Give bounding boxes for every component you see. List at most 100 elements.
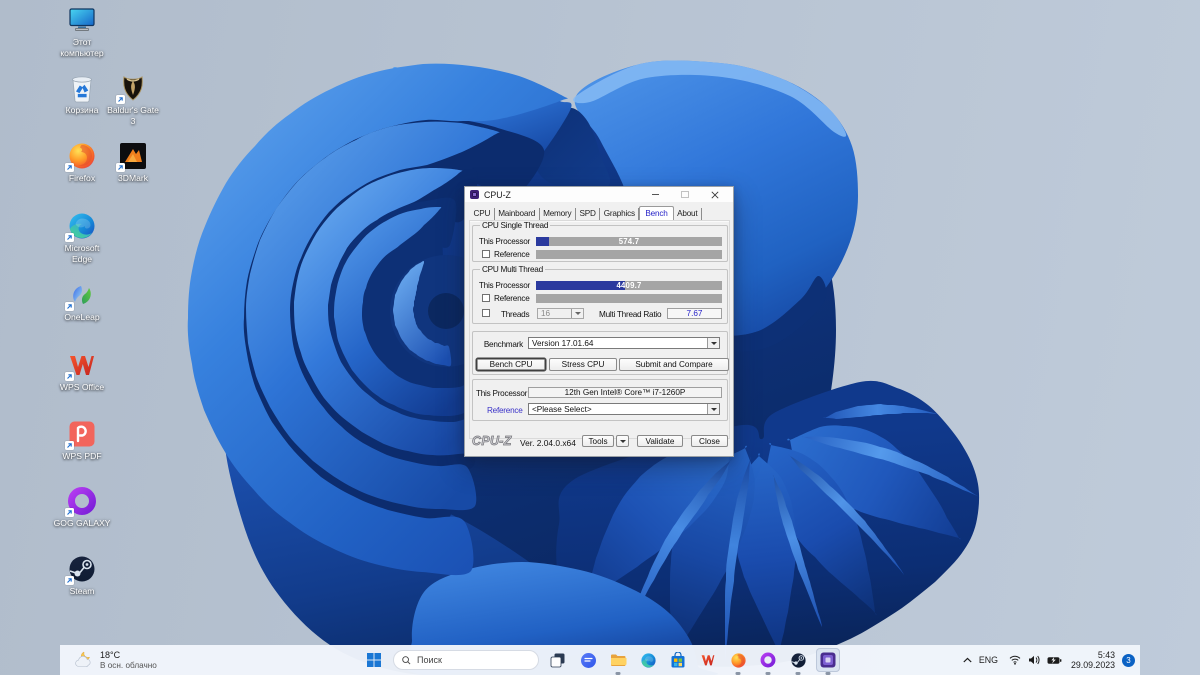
combo-value: 16 xyxy=(541,309,551,318)
shortcut-arrow-icon xyxy=(64,232,74,242)
taskbar: 18°C В осн. облачно Поиск ENG 5:43 29.09… xyxy=(60,645,1140,675)
search-box[interactable]: Поиск xyxy=(393,650,539,670)
shortcut-arrow-icon xyxy=(64,162,74,172)
desktop-icon-gog-galaxy[interactable]: GOG GALAXY xyxy=(49,485,115,529)
desktop-icon-label: Firefox xyxy=(68,173,96,183)
desktop-icon-label: WPS PDF xyxy=(62,451,102,461)
single-reference-checkbox[interactable] xyxy=(482,250,490,258)
running-indicator xyxy=(735,672,741,675)
tab-memory[interactable]: Memory xyxy=(540,208,576,220)
validate-button[interactable]: Validate xyxy=(637,435,683,447)
taskbar-app-firefox[interactable] xyxy=(726,648,750,675)
multi-this-processor-label: This Processor xyxy=(478,281,530,290)
tab-cpu[interactable]: CPU xyxy=(470,208,495,220)
desktop-icon-label: OneLeap xyxy=(64,312,100,322)
desktop-icon-3dmark[interactable]: 3DMark xyxy=(106,140,160,184)
desktop-icon-wps-office[interactable]: WPS Office xyxy=(52,349,112,393)
desktop-icon-microsoft-edge[interactable]: Microsoft Edge xyxy=(55,210,109,264)
taskbar-app-steam[interactable] xyxy=(786,648,810,675)
stress-cpu-button[interactable]: Stress CPU xyxy=(549,358,617,371)
microsoft-store-icon xyxy=(671,651,685,667)
combo-value: <Please Select> xyxy=(532,404,592,414)
clock[interactable]: 5:43 29.09.2023 xyxy=(1069,650,1115,671)
taskbar-app-gog-galaxy[interactable] xyxy=(756,648,780,675)
desktop-icon-baldurs-gate-3[interactable]: Baldur's Gate 3 xyxy=(106,72,160,126)
desktop-icon-this-pc[interactable]: Этот компьютер xyxy=(54,4,110,58)
desktop-icon-image xyxy=(64,553,98,585)
multi-reference-bar xyxy=(536,294,722,303)
tab-graphics[interactable]: Graphics xyxy=(600,208,640,220)
tab-mainboard[interactable]: Mainboard xyxy=(495,208,540,220)
tools-dropdown-button[interactable] xyxy=(616,435,629,447)
tab-bench[interactable]: Bench xyxy=(639,206,674,221)
desktop-icon-label: Steam xyxy=(69,586,95,596)
shortcut-arrow-icon xyxy=(64,440,74,450)
tab-spd[interactable]: SPD xyxy=(576,208,601,220)
tray-chevron-icon[interactable] xyxy=(963,657,972,663)
volume-icon[interactable] xyxy=(1028,655,1040,665)
taskbar-app-microsoft-store[interactable] xyxy=(666,648,690,672)
taskbar-app-edge[interactable] xyxy=(636,648,660,672)
reference-combo[interactable]: <Please Select> xyxy=(528,403,720,415)
bench-cpu-button[interactable]: Bench CPU xyxy=(476,358,546,371)
desktop-icon-label: GOG GALAXY xyxy=(53,518,111,528)
language-indicator[interactable]: ENG xyxy=(979,655,998,665)
cpuz-app-icon xyxy=(470,190,479,199)
taskbar-app-wps-office[interactable] xyxy=(696,648,720,672)
windows-logo-icon xyxy=(367,653,381,667)
shortcut-arrow-icon xyxy=(64,507,74,517)
desktop: Этот компьютер Корзина Baldur's Gate 3 F… xyxy=(0,0,1200,675)
weather-temp: 18°C xyxy=(100,649,121,660)
close-window-button[interactable]: Close xyxy=(691,435,728,447)
desktop-icon-label: 3DMark xyxy=(117,173,149,183)
taskbar-app-file-explorer[interactable] xyxy=(606,648,630,675)
benchmark-version-combo[interactable]: Version 17.01.64 xyxy=(528,337,720,349)
desktop-icon-image xyxy=(64,485,98,517)
tray-date: 29.09.2023 xyxy=(1070,660,1115,670)
tools-button[interactable]: Tools xyxy=(582,435,614,447)
battery-icon[interactable] xyxy=(1047,656,1062,665)
gog-galaxy-icon xyxy=(760,652,776,668)
recycle-bin-icon xyxy=(72,76,92,102)
minimize-button[interactable] xyxy=(640,187,670,202)
chat-button[interactable] xyxy=(576,648,600,672)
weather-icon xyxy=(75,651,91,667)
running-indicator xyxy=(795,672,801,675)
tab-about[interactable]: About xyxy=(674,208,702,220)
weather-widget[interactable]: 18°C В осн. облачно xyxy=(68,645,163,675)
shortcut-arrow-icon xyxy=(115,94,125,104)
taskbar-app-cpuz[interactable] xyxy=(816,648,840,675)
desktop-icon-label: Baldur's Gate 3 xyxy=(107,105,159,126)
desktop-icon-firefox[interactable]: Firefox xyxy=(54,140,110,184)
desktop-icon-image xyxy=(115,72,149,104)
maximize-button xyxy=(670,187,700,202)
threads-label: Threads xyxy=(501,310,530,319)
desktop-icon-image xyxy=(67,4,98,35)
task-view-icon xyxy=(550,653,565,668)
desktop-icon-image xyxy=(115,140,149,172)
cpuz-titlebar[interactable]: CPU-Z xyxy=(465,187,733,202)
wifi-icon[interactable] xyxy=(1009,655,1021,665)
desktop-icon-image xyxy=(67,72,98,103)
desktop-icon-label: Корзина xyxy=(65,105,99,115)
desktop-icon-steam[interactable]: Steam xyxy=(54,553,110,597)
this-processor-label: This Processor xyxy=(476,389,528,398)
submit-and-compare-button[interactable]: Submit and Compare xyxy=(619,358,729,371)
cpuz-taskbar-icon xyxy=(820,652,836,668)
chat-icon xyxy=(580,652,596,668)
desktop-icon-label: Microsoft Edge xyxy=(64,243,100,264)
desktop-icon-recycle-bin[interactable]: Корзина xyxy=(54,72,110,116)
desktop-icon-wps-pdf[interactable]: WPS PDF xyxy=(54,418,110,462)
bar-value: 4409.7 xyxy=(616,281,642,290)
reference-label: Reference xyxy=(487,406,523,415)
notification-badge[interactable]: 3 xyxy=(1122,653,1135,667)
desktop-icon-label: Этот компьютер xyxy=(60,37,104,58)
start-button[interactable] xyxy=(362,648,386,672)
desktop-icon-image xyxy=(64,140,98,172)
threads-checkbox[interactable] xyxy=(482,309,490,317)
close-button[interactable] xyxy=(700,187,730,202)
desktop-icon-image xyxy=(64,349,98,381)
task-view-button[interactable] xyxy=(546,648,570,672)
multi-reference-checkbox[interactable] xyxy=(482,294,490,302)
desktop-icon-oneleap[interactable]: OneLeap xyxy=(54,279,110,323)
